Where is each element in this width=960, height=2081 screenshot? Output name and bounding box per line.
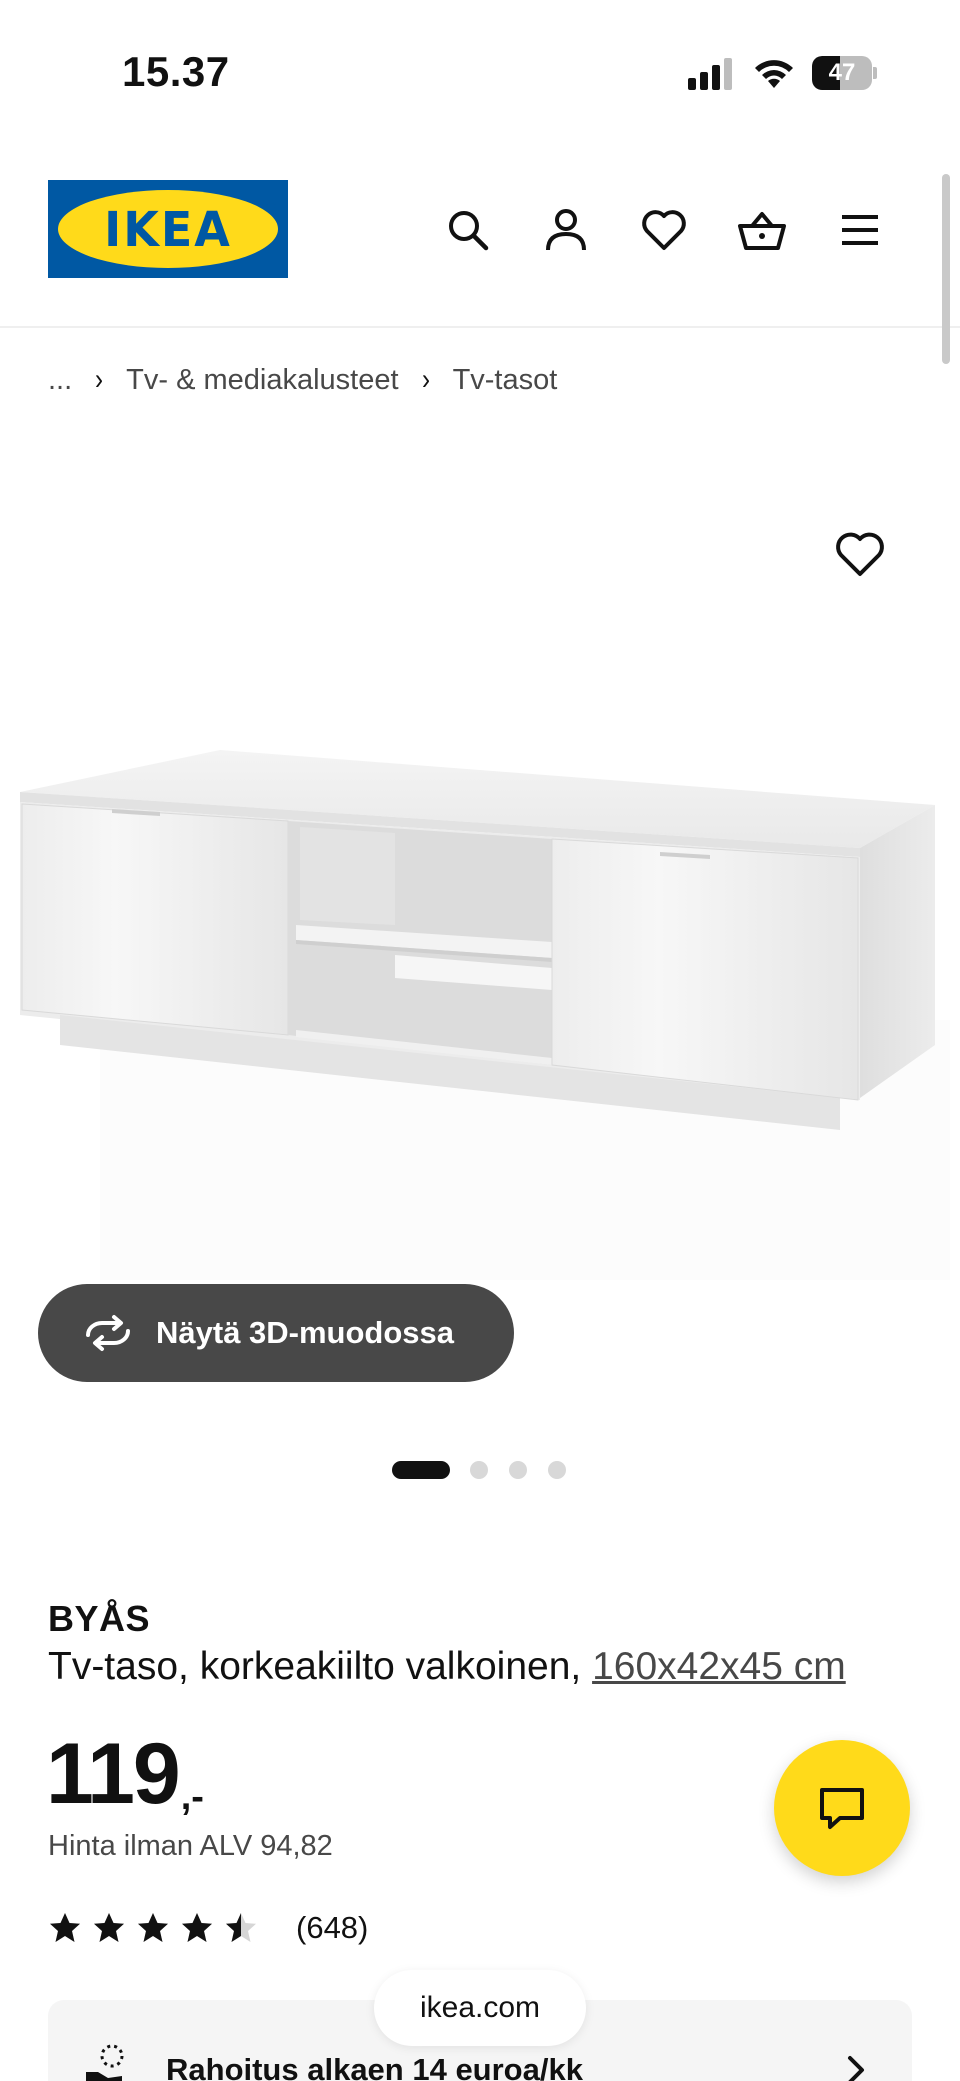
breadcrumb-ellipsis[interactable]: ... (48, 364, 72, 397)
add-to-favourites-heart-icon[interactable] (832, 526, 888, 582)
page-scrollbar[interactable] (942, 174, 950, 364)
status-time: 15.37 (122, 48, 230, 95)
battery-level: 47 (828, 59, 856, 86)
chevron-right-icon (848, 2056, 864, 2081)
star-full-icon (182, 1913, 212, 1942)
view-in-3d-label: Näytä 3D-muodossa (156, 1315, 455, 1350)
site-header: IKEA (0, 140, 960, 328)
logo-text: IKEA (104, 200, 232, 258)
registered-mark-icon (266, 202, 276, 212)
product-image[interactable] (0, 500, 960, 1300)
star-half-icon (226, 1913, 256, 1942)
rotate-3d-icon (86, 1315, 130, 1351)
ikea-logo[interactable]: IKEA (48, 180, 288, 278)
financing-icon (86, 2044, 124, 2081)
pager-dot[interactable] (548, 1461, 566, 1479)
review-count: (648) (296, 1910, 369, 1945)
price-amount: 119 (46, 1726, 181, 1822)
search-icon[interactable] (442, 204, 494, 256)
pager-dot[interactable] (392, 1461, 450, 1479)
product-size-link[interactable]: 160x42x45 cm (592, 1645, 846, 1688)
chevron-right-icon: › (421, 363, 430, 396)
status-bar: 15.37 47 (0, 0, 960, 140)
chevron-right-icon: › (95, 363, 104, 396)
breadcrumb-item-tv-stands[interactable]: Tv-tasot (453, 364, 558, 397)
favourites-heart-icon[interactable] (638, 204, 690, 256)
product-description-text: Tv-taso, korkeakiilto valkoinen, (48, 1645, 582, 1688)
star-full-icon (50, 1913, 80, 1942)
pager-dot[interactable] (470, 1461, 488, 1479)
user-icon[interactable] (540, 204, 592, 256)
image-pager (392, 1460, 587, 1480)
hamburger-menu-icon[interactable] (834, 204, 886, 256)
cellular-signal-icon (688, 58, 736, 90)
price-suffix: ,- (180, 1776, 204, 1818)
star-full-icon (138, 1913, 168, 1942)
product-price: 119 ,- (46, 1724, 204, 1824)
view-in-3d-button[interactable]: Näytä 3D-muodossa (38, 1284, 514, 1382)
product-description: Tv-taso, korkeakiilto valkoinen, 160x42x… (48, 1645, 846, 1689)
star-full-icon (94, 1913, 124, 1942)
chat-button[interactable] (774, 1740, 910, 1876)
battery-icon: 47 (812, 56, 877, 90)
product-rating[interactable]: (648) (48, 1906, 368, 1950)
pager-dot[interactable] (509, 1461, 527, 1479)
rating-stars (48, 1911, 268, 1945)
browser-url-bar[interactable]: ikea.com (374, 1970, 586, 2046)
financing-label: Rahoitus alkaen 14 euroa/kk (166, 2052, 583, 2081)
breadcrumb-item-tv-media[interactable]: Tv- & mediakalusteet (126, 364, 398, 397)
wifi-icon (755, 60, 793, 88)
product-name: BYÅS (48, 1598, 151, 1639)
chat-bubble-icon (820, 1788, 864, 1829)
breadcrumb: ... › Tv- & mediakalusteet › Tv-tasot (48, 358, 557, 402)
price-excluding-vat: Hinta ilman ALV 94,82 (48, 1830, 333, 1862)
shopping-basket-icon[interactable] (736, 204, 788, 256)
